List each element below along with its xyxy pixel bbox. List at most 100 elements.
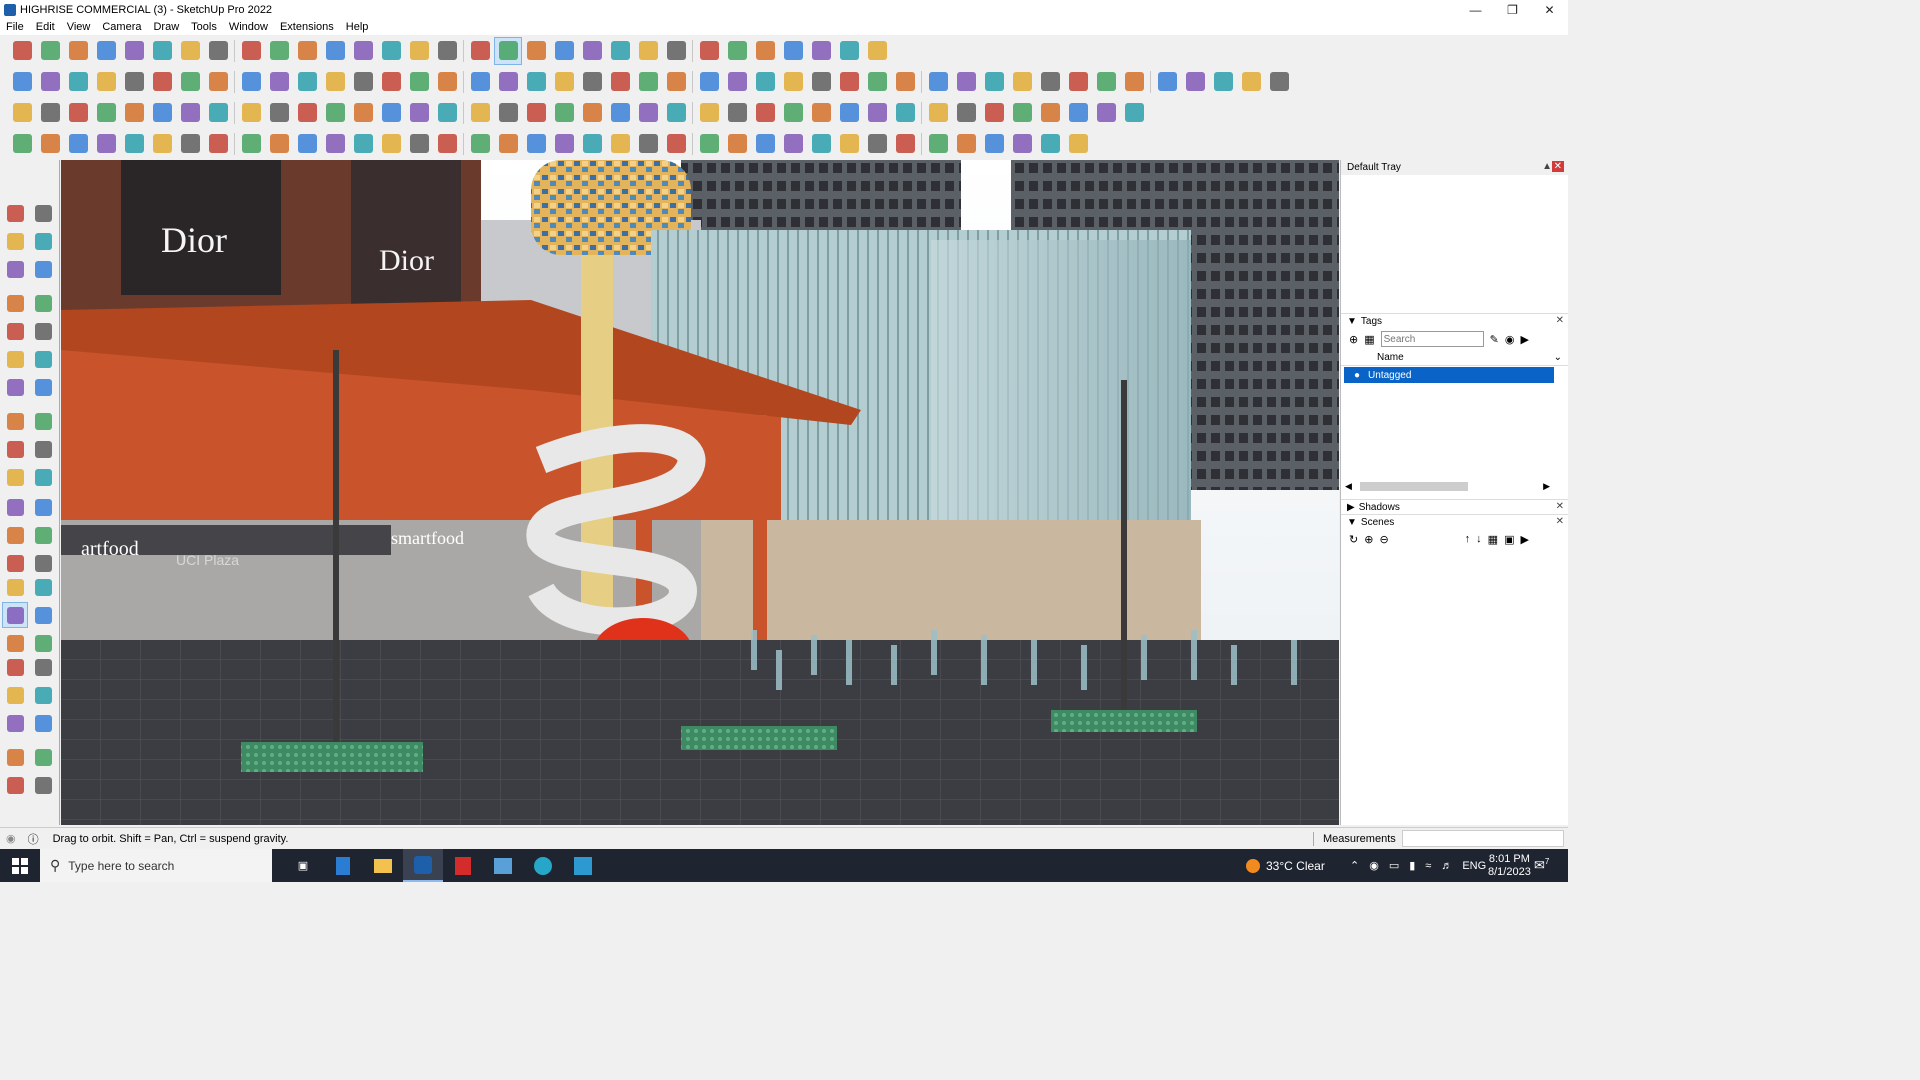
drawing-tool-44-icon[interactable] bbox=[1237, 68, 1265, 96]
taskbar-search-box[interactable]: ⚲ Type here to search bbox=[40, 849, 272, 882]
solid-tool-28-icon[interactable] bbox=[779, 99, 807, 127]
drawing-tool-34-icon[interactable] bbox=[952, 68, 980, 96]
axes-tool-icon[interactable] bbox=[2, 574, 28, 600]
view-tool-14-icon[interactable] bbox=[377, 37, 405, 65]
sandbox-tool-17-icon[interactable] bbox=[466, 130, 494, 158]
update-scene-icon[interactable]: ↻ bbox=[1349, 533, 1358, 546]
drawing-tool-1-icon[interactable] bbox=[8, 68, 36, 96]
solid-tool-38-icon[interactable] bbox=[1064, 99, 1092, 127]
menu-tools[interactable]: Tools bbox=[185, 21, 223, 33]
drawing-tool-20-icon[interactable] bbox=[550, 68, 578, 96]
drawing-tool-24-icon[interactable] bbox=[662, 68, 690, 96]
menu-extensions[interactable]: Extensions bbox=[274, 21, 340, 33]
rotated-rectangle-tool-icon[interactable] bbox=[30, 318, 56, 344]
drawing-tool-29-icon[interactable] bbox=[807, 68, 835, 96]
drawing-tool-12-icon[interactable] bbox=[321, 68, 349, 96]
view-tool-26-icon[interactable] bbox=[723, 37, 751, 65]
line-tool-icon[interactable] bbox=[2, 290, 28, 316]
pan-tool-icon[interactable] bbox=[30, 602, 56, 628]
sandbox-tool-31-icon[interactable] bbox=[863, 130, 891, 158]
sandbox-4-tool-icon[interactable] bbox=[30, 772, 56, 798]
move-scene-up-icon[interactable]: ↑ bbox=[1465, 533, 1471, 545]
thumbnails-icon[interactable]: ▣ bbox=[1504, 533, 1514, 546]
menu-window[interactable]: Window bbox=[223, 21, 274, 33]
solid-tool-12-icon[interactable] bbox=[321, 99, 349, 127]
sandbox-tool-28-icon[interactable] bbox=[779, 130, 807, 158]
sandbox-tool-20-icon[interactable] bbox=[550, 130, 578, 158]
display-icon[interactable]: ▭ bbox=[1389, 859, 1399, 872]
drawing-tool-7-icon[interactable] bbox=[176, 68, 204, 96]
view-tool-13-icon[interactable] bbox=[349, 37, 377, 65]
sandbox-tool-3-icon[interactable] bbox=[64, 130, 92, 158]
solid-tool-2-icon[interactable] bbox=[36, 99, 64, 127]
drawing-tool-5-icon[interactable] bbox=[120, 68, 148, 96]
3d-text-tool-icon[interactable] bbox=[30, 574, 56, 600]
select-tool-icon[interactable] bbox=[2, 200, 28, 226]
solid-tool-11-icon[interactable] bbox=[293, 99, 321, 127]
scale-tool-icon[interactable] bbox=[2, 494, 28, 520]
view-tool-10-icon[interactable] bbox=[265, 37, 293, 65]
previous-tool-icon[interactable] bbox=[30, 654, 56, 680]
zoom-window-tool-icon[interactable] bbox=[30, 630, 56, 656]
drawing-tool-2-icon[interactable] bbox=[36, 68, 64, 96]
view-tool-27-icon[interactable] bbox=[751, 37, 779, 65]
view-tool-3-icon[interactable] bbox=[64, 37, 92, 65]
drawing-tool-35-icon[interactable] bbox=[980, 68, 1008, 96]
app-3-icon[interactable] bbox=[563, 849, 603, 882]
drawing-tool-4-icon[interactable] bbox=[92, 68, 120, 96]
view-tool-16-icon[interactable] bbox=[433, 37, 461, 65]
tape-measure-tool-icon[interactable] bbox=[2, 522, 28, 548]
tags-column-header[interactable]: Name ⌄ bbox=[1341, 350, 1568, 366]
solid-tool-21-icon[interactable] bbox=[578, 99, 606, 127]
sandbox-tool-12-icon[interactable] bbox=[321, 130, 349, 158]
visibility-eye-icon[interactable]: ● bbox=[1354, 370, 1360, 381]
acrobat-icon[interactable] bbox=[443, 849, 483, 882]
drawing-tool-39-icon[interactable] bbox=[1092, 68, 1120, 96]
drawing-tool-36-icon[interactable] bbox=[1008, 68, 1036, 96]
drawing-tool-40-icon[interactable] bbox=[1120, 68, 1148, 96]
sandbox-tool-36-icon[interactable] bbox=[1008, 130, 1036, 158]
offset-tool-icon[interactable] bbox=[2, 408, 28, 434]
drawing-tool-16-icon[interactable] bbox=[433, 68, 461, 96]
view-tool-5-icon[interactable] bbox=[120, 37, 148, 65]
sandbox-tool-13-icon[interactable] bbox=[349, 130, 377, 158]
view-tool-22-icon[interactable] bbox=[606, 37, 634, 65]
drawing-tool-17-icon[interactable] bbox=[466, 68, 494, 96]
view-tool-23-icon[interactable] bbox=[634, 37, 662, 65]
solid-tool-34-icon[interactable] bbox=[952, 99, 980, 127]
menu-view[interactable]: View bbox=[61, 21, 97, 33]
tags-hscrollbar[interactable]: ◀ ▶ bbox=[1341, 479, 1554, 493]
solid-tool-40-icon[interactable] bbox=[1120, 99, 1148, 127]
view-tool-2-icon[interactable] bbox=[36, 37, 64, 65]
tag-tool-icon[interactable] bbox=[30, 256, 56, 282]
pie-tool-icon[interactable] bbox=[30, 374, 56, 400]
drawing-tool-3-icon[interactable] bbox=[64, 68, 92, 96]
drawing-tool-6-icon[interactable] bbox=[148, 68, 176, 96]
clock[interactable]: 8:01 PM 8/1/2023 bbox=[1488, 853, 1531, 879]
solid-tool-26-icon[interactable] bbox=[723, 99, 751, 127]
scenes-close-icon[interactable]: ✕ bbox=[1556, 516, 1564, 527]
snip-icon[interactable] bbox=[483, 849, 523, 882]
solid-tool-20-icon[interactable] bbox=[550, 99, 578, 127]
calculator-icon[interactable] bbox=[323, 849, 363, 882]
solid-tool-6-icon[interactable] bbox=[148, 99, 176, 127]
start-button[interactable] bbox=[0, 849, 40, 882]
model-viewport[interactable]: Dior Dior artfood smartfood UCI Plaza bbox=[61, 160, 1339, 825]
look-around-tool-icon[interactable] bbox=[30, 682, 56, 708]
sandbox-tool-19-icon[interactable] bbox=[522, 130, 550, 158]
tags-close-icon[interactable]: ✕ bbox=[1556, 315, 1564, 326]
drawing-tool-26-icon[interactable] bbox=[723, 68, 751, 96]
sketchup-taskbar-icon[interactable] bbox=[403, 849, 443, 882]
solid-tool-22-icon[interactable] bbox=[606, 99, 634, 127]
sandbox-tool-32-icon[interactable] bbox=[891, 130, 919, 158]
solid-tool-10-icon[interactable] bbox=[265, 99, 293, 127]
instructor-info-icon[interactable]: ⓘ bbox=[28, 831, 39, 847]
drawing-tool-19-icon[interactable] bbox=[522, 68, 550, 96]
sandbox-tool-25-icon[interactable] bbox=[695, 130, 723, 158]
drawing-tool-18-icon[interactable] bbox=[494, 68, 522, 96]
view-tool-17-icon[interactable] bbox=[466, 37, 494, 65]
view-tool-28-icon[interactable] bbox=[779, 37, 807, 65]
view-tool-6-icon[interactable] bbox=[148, 37, 176, 65]
drawing-tool-21-icon[interactable] bbox=[578, 68, 606, 96]
view-options-icon[interactable]: ▦ bbox=[1488, 533, 1498, 546]
